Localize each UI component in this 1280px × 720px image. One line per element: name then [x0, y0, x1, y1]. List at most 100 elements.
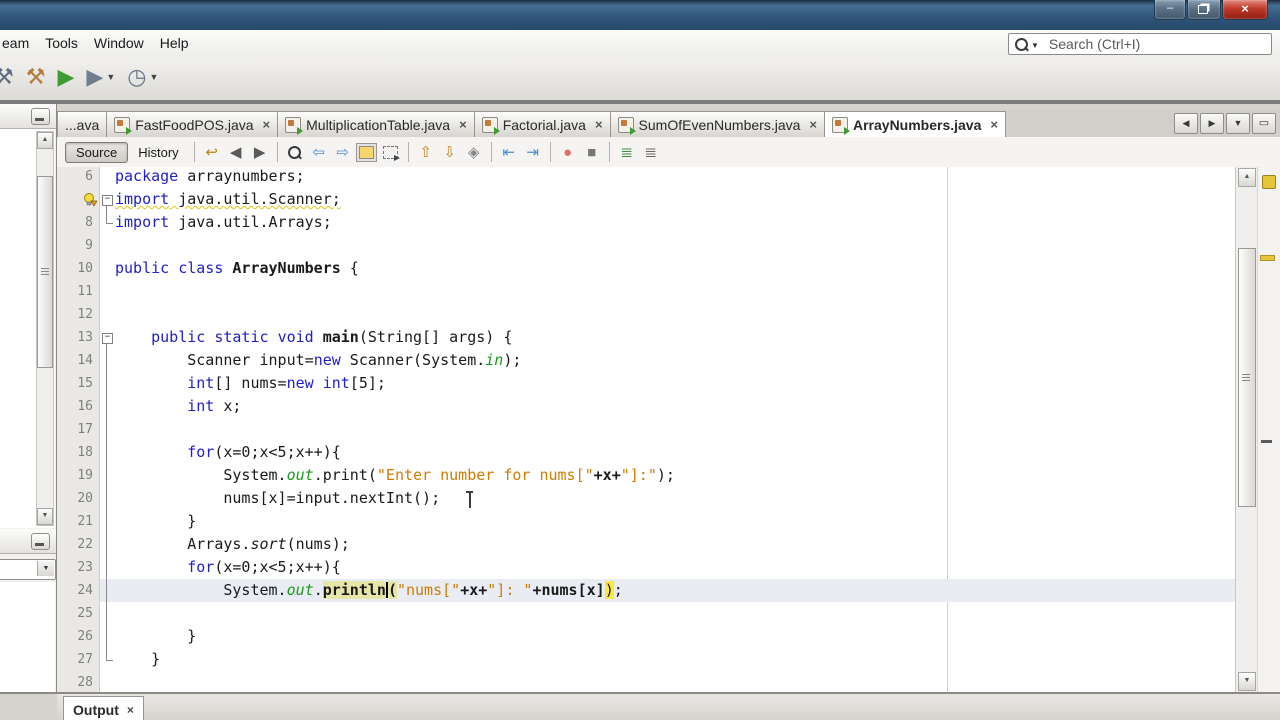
line-number: 15: [77, 376, 93, 391]
close-icon[interactable]: ×: [809, 117, 817, 132]
line-number: 27: [77, 652, 93, 667]
close-icon[interactable]: ×: [459, 117, 467, 132]
code-line[interactable]: 12: [57, 303, 1236, 326]
scroll-tabs-left-button[interactable]: ◀: [1174, 113, 1198, 134]
maximize-window-button[interactable]: ▭: [1252, 113, 1276, 134]
token: out: [286, 581, 314, 599]
menu-item-window[interactable]: Window: [86, 30, 152, 51]
tab-output[interactable]: Output ×: [63, 696, 144, 720]
back-icon[interactable]: ◀: [224, 140, 248, 164]
code-line[interactable]: 20 nums[x]=input.nextInt();: [57, 487, 1236, 510]
shift-line-right-icon[interactable]: ⇥: [521, 140, 545, 164]
navigator-view-select[interactable]: ▼: [0, 559, 56, 580]
tab-overflow[interactable]: ...ava: [57, 111, 108, 138]
code-line[interactable]: 16 int x;: [57, 395, 1236, 418]
scroll-tabs-right-button[interactable]: ▶: [1200, 113, 1224, 134]
dropdown-caret-icon[interactable]: ▼: [106, 72, 115, 82]
lightbulb-warning-icon[interactable]: [57, 188, 99, 211]
run-project-icon[interactable]: ▶: [51, 60, 80, 94]
debug-project-icon[interactable]: ▶ ▼: [80, 60, 121, 94]
tab-factorial-java[interactable]: Factorial.java ×: [474, 111, 611, 138]
scroll-down-icon[interactable]: ▼: [37, 508, 53, 525]
history-view-button[interactable]: History: [128, 142, 188, 163]
shift-line-left-icon[interactable]: ⇤: [497, 140, 521, 164]
find-selection-icon[interactable]: [283, 140, 307, 164]
code-line[interactable]: 17: [57, 418, 1236, 441]
forward-icon[interactable]: ▶: [248, 140, 272, 164]
build-project-icon[interactable]: ⚒: [0, 60, 20, 94]
fold-collapse-icon[interactable]: −: [102, 333, 113, 344]
close-icon[interactable]: ×: [990, 117, 998, 132]
previous-bookmark-icon[interactable]: ⇧: [414, 140, 438, 164]
code-editor[interactable]: 6 package arraynumbers; − import java.util.…: [57, 167, 1280, 692]
find-previous-icon[interactable]: ⇦: [307, 140, 331, 164]
clean-build-project-icon[interactable]: ⚒: [20, 60, 52, 94]
minimize-panel-icon[interactable]: [31, 533, 50, 550]
tab-arraynumbers-java[interactable]: ArrayNumbers.java ×: [824, 111, 1006, 138]
tab-multiplicationtable-java[interactable]: MultiplicationTable.java ×: [278, 111, 475, 138]
code-line[interactable]: 14 Scanner input=new Scanner(System.in);: [57, 349, 1236, 372]
code-line[interactable]: 6 package arraynumbers;: [57, 167, 1236, 188]
error-stripe[interactable]: [1257, 167, 1280, 692]
menu-item-team[interactable]: eam: [0, 30, 37, 51]
code-line[interactable]: 23 for(x=0;x<5;x++){: [57, 556, 1236, 579]
code-line[interactable]: 10 public class ArrayNumbers {: [57, 257, 1236, 280]
code-line[interactable]: 18 for(x=0;x<5;x++){: [57, 441, 1236, 464]
dropdown-caret-icon[interactable]: ▼: [149, 72, 158, 82]
code-line[interactable]: 24 System.out.println ("nums["+x+"]: "+nu…: [57, 579, 1236, 602]
line-number: 28: [77, 675, 93, 690]
warning-status-icon[interactable]: [1262, 175, 1276, 189]
next-bookmark-icon[interactable]: ⇩: [438, 140, 462, 164]
code-line[interactable]: 9: [57, 234, 1236, 257]
code-line[interactable]: 11: [57, 280, 1236, 303]
code-line[interactable]: 26 }: [57, 625, 1236, 648]
close-button[interactable]: ×: [1222, 0, 1268, 20]
scroll-up-icon[interactable]: ▲: [1238, 168, 1256, 187]
source-view-button[interactable]: Source: [65, 141, 129, 163]
uncomment-icon[interactable]: ≣: [639, 140, 663, 164]
scrollbar-thumb[interactable]: [37, 176, 53, 368]
scrollbar-thumb[interactable]: [1238, 248, 1256, 507]
close-icon[interactable]: ×: [595, 117, 603, 132]
editor-scrollbar[interactable]: ▲ ▼: [1235, 167, 1258, 692]
profile-project-icon[interactable]: ◷ ▼: [121, 60, 164, 94]
search-input[interactable]: ▼ Search (Ctrl+I): [1008, 33, 1272, 55]
rectangular-selection-icon[interactable]: [379, 140, 403, 164]
code-line[interactable]: 22 Arrays.sort(nums);: [57, 533, 1236, 556]
sidebar-scrollbar[interactable]: ▲ ▼: [36, 131, 54, 526]
warning-mark[interactable]: [1260, 255, 1275, 261]
goto-bookmark-icon[interactable]: ◈: [462, 140, 486, 164]
code-line[interactable]: 27 }: [57, 648, 1236, 671]
minimize-button[interactable]: –: [1154, 0, 1186, 20]
window-titlebar[interactable]: – ×: [0, 0, 1280, 30]
code-line[interactable]: 28: [57, 671, 1236, 692]
code-line[interactable]: 19 System.out.print("Enter number for nu…: [57, 464, 1236, 487]
code-line[interactable]: 15 int[] nums=new int[5];: [57, 372, 1236, 395]
code-line[interactable]: − import java.util.Scanner;: [57, 188, 1236, 211]
minimize-panel-icon[interactable]: [31, 108, 50, 125]
find-next-icon[interactable]: ⇨: [331, 140, 355, 164]
code-line[interactable]: 25: [57, 602, 1236, 625]
code-line[interactable]: 21 }: [57, 510, 1236, 533]
code-line[interactable]: 8 import java.util.Arrays;: [57, 211, 1236, 234]
tab-sumofevennumbers-java[interactable]: SumOfEvenNumbers.java ×: [610, 111, 825, 138]
comment-icon[interactable]: ≣: [615, 140, 639, 164]
last-edit-icon[interactable]: ↩: [200, 140, 224, 164]
tab-fastfoodpos-java[interactable]: FastFoodPOS.java ×: [107, 111, 279, 138]
close-icon[interactable]: ×: [127, 703, 134, 717]
restore-button[interactable]: [1187, 0, 1221, 20]
code-line[interactable]: 13− public static void main(String[] arg…: [57, 326, 1236, 349]
search-dropdown-icon[interactable]: ▼: [1031, 41, 1039, 50]
search-icon[interactable]: [1015, 37, 1028, 51]
tab-list-button[interactable]: ▼: [1226, 113, 1250, 134]
scroll-down-icon[interactable]: ▼: [1238, 672, 1256, 691]
menu-item-help[interactable]: Help: [152, 30, 197, 51]
fold-collapse-icon[interactable]: −: [102, 195, 113, 206]
close-icon[interactable]: ×: [263, 117, 271, 132]
menu-item-tools[interactable]: Tools: [37, 30, 86, 51]
toggle-highlight-icon[interactable]: [355, 140, 379, 164]
chevron-down-icon[interactable]: ▼: [37, 561, 54, 576]
stop-macro-recording-icon[interactable]: ■: [580, 140, 604, 164]
scroll-up-icon[interactable]: ▲: [37, 132, 53, 149]
start-macro-recording-icon[interactable]: ●: [556, 140, 580, 164]
